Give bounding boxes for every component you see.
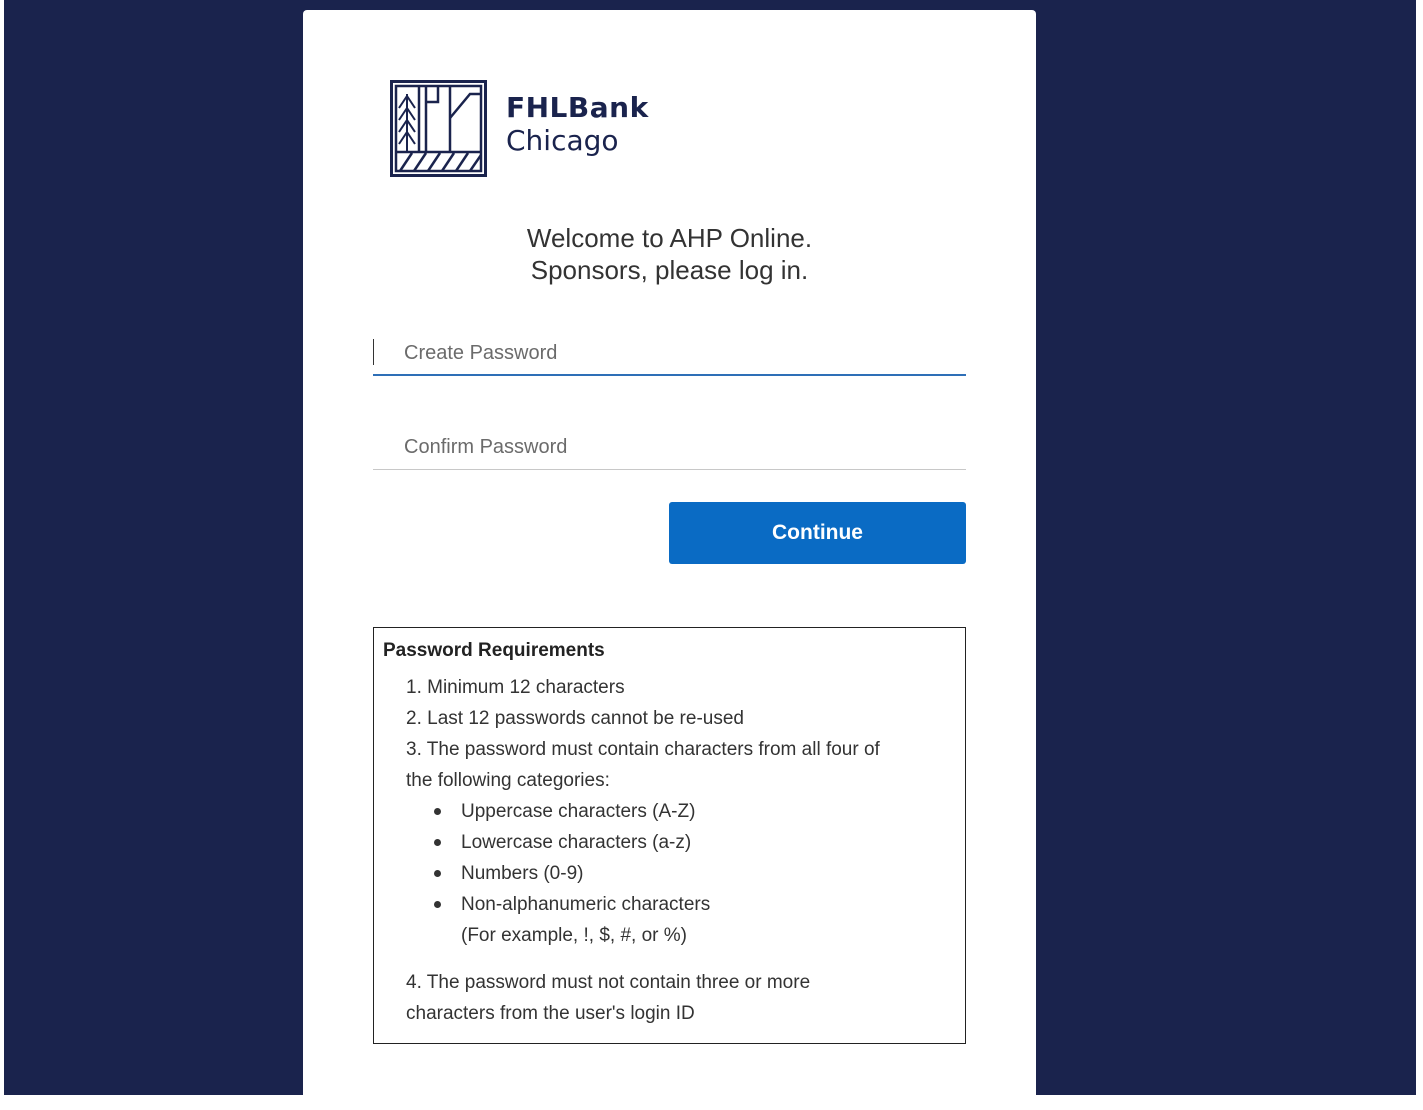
page: FHLBank Chicago Welcome to AHP Online. S… <box>0 0 1423 1110</box>
welcome-line1: Welcome to AHP Online. <box>526 223 813 253</box>
welcome-line2: Sponsors, please log in. <box>530 255 809 285</box>
brand-name: FHLBank Chicago <box>506 91 649 157</box>
requirement-item-4-line1: 4. The password must not contain three o… <box>406 972 811 993</box>
category-label: Numbers (0-9) <box>461 863 584 884</box>
bullet-icon <box>434 808 441 815</box>
requirements-title: Password Requirements <box>383 640 605 661</box>
text-cursor <box>373 339 374 365</box>
password-requirements-box: Password Requirements 1. Minimum 12 char… <box>373 627 966 1044</box>
requirement-item-1: 1. Minimum 12 characters <box>406 677 625 698</box>
category-label: Uppercase characters (A-Z) <box>461 801 696 822</box>
requirement-item-2: 2. Last 12 passwords cannot be re-used <box>406 708 744 729</box>
login-card: FHLBank Chicago Welcome to AHP Online. S… <box>303 10 1036 1110</box>
requirement-category: Uppercase characters (A-Z) <box>430 796 956 827</box>
requirement-category: Lowercase characters (a-z) <box>430 827 956 858</box>
continue-button[interactable]: Continue <box>669 502 966 564</box>
requirement-item-3-line1: 3. The password must contain characters … <box>406 739 880 760</box>
requirement-category: Numbers (0-9) <box>430 858 956 889</box>
fhlbank-building-logo-icon <box>390 80 487 177</box>
welcome-heading: Welcome to AHP Online. Sponsors, please … <box>303 222 1036 286</box>
bullet-icon <box>434 839 441 846</box>
bullet-icon <box>434 870 441 877</box>
category-example: (For example, !, $, #, or %) <box>461 925 687 946</box>
confirm-password-input[interactable] <box>373 426 966 470</box>
requirement-item-4-line2: characters from the user's login ID <box>406 1003 695 1024</box>
brand-logo: FHLBank Chicago <box>390 80 649 177</box>
category-label: Non-alphanumeric characters <box>461 894 711 915</box>
requirement-item-3-line2: the following categories: <box>406 770 610 791</box>
requirement-category: Non-alphanumeric characters <box>430 889 956 920</box>
category-label: Lowercase characters (a-z) <box>461 832 692 853</box>
create-password-input[interactable] <box>373 332 966 376</box>
brand-name-line2: Chicago <box>506 123 619 157</box>
brand-name-line1: FHLBank <box>506 91 649 125</box>
bullet-icon <box>434 901 441 908</box>
